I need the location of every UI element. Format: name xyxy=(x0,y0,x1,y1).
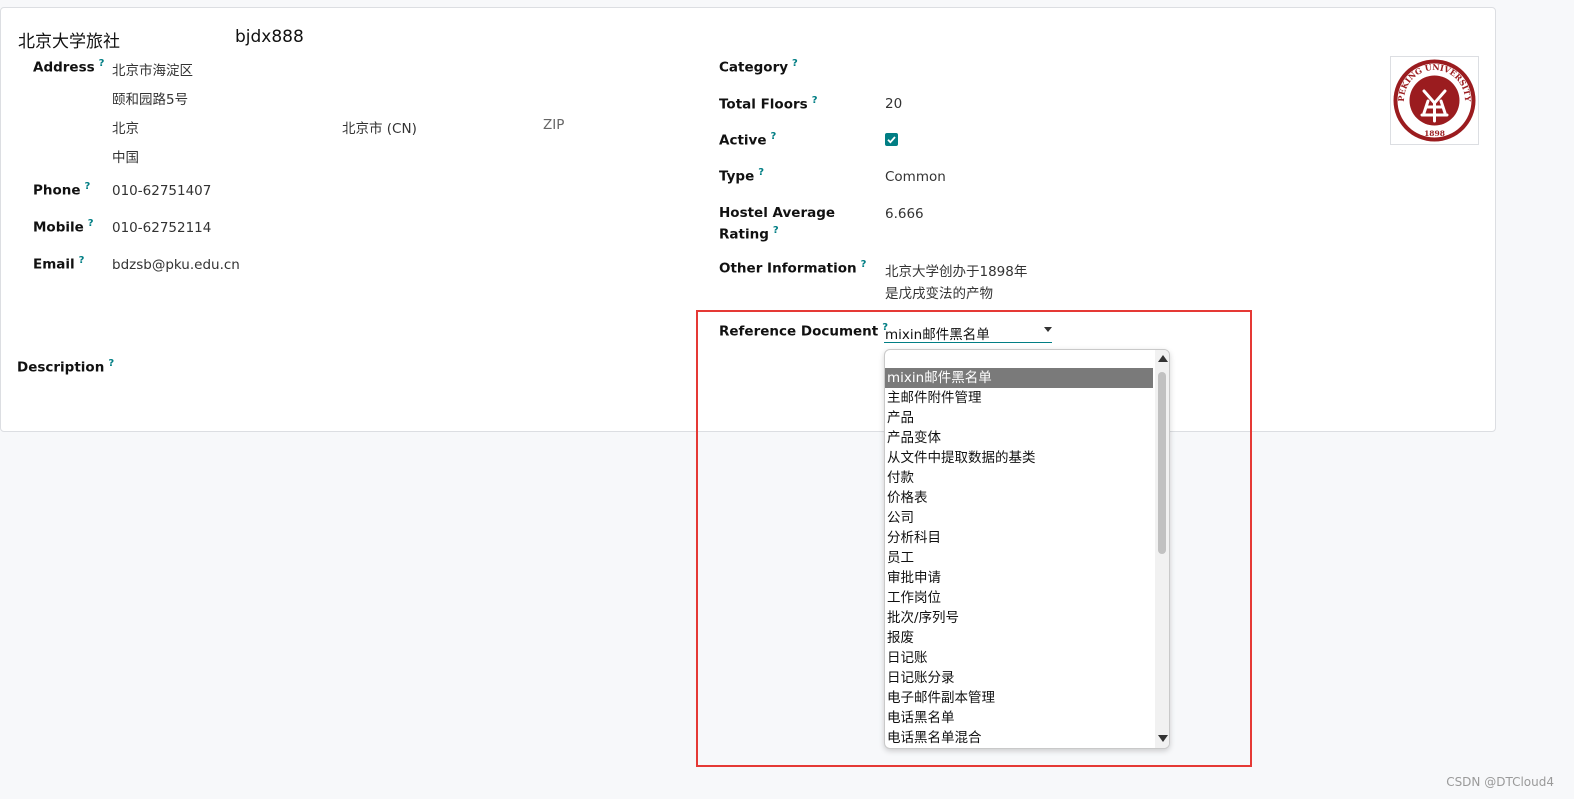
peking-university-seal-icon: PEKING UNIVERSITY 1898 xyxy=(1393,59,1476,142)
active-label: Active? xyxy=(719,131,777,149)
dropdown-option[interactable]: 价格表 xyxy=(885,488,1153,508)
type-label: Type? xyxy=(719,167,765,185)
dropdown-option[interactable]: 批次/序列号 xyxy=(885,608,1153,628)
chevron-down-icon[interactable] xyxy=(1044,327,1052,332)
dropdown-option[interactable]: 公司 xyxy=(885,508,1153,528)
help-icon[interactable]: ? xyxy=(79,255,85,266)
rating-field[interactable]: 6.666 xyxy=(885,206,924,222)
scroll-thumb[interactable] xyxy=(1158,372,1166,554)
dropdown-option[interactable]: 分析科目 xyxy=(885,528,1153,548)
dropdown-option[interactable]: 电子邮件副本管理 xyxy=(885,688,1153,708)
city-field[interactable]: 北京 xyxy=(112,117,139,137)
dropdown-options[interactable]: mixin邮件黑名单 主邮件附件管理 产品 产品变体 从文件中提取数据的基类 付款 价格表公… xyxy=(885,368,1153,748)
description-label: Description? xyxy=(17,358,115,376)
help-icon[interactable]: ? xyxy=(758,167,764,178)
dropdown-option[interactable]: 工作岗位 xyxy=(885,588,1153,608)
hostel-logo[interactable]: PEKING UNIVERSITY 1898 xyxy=(1390,56,1479,145)
svg-text:1898: 1898 xyxy=(1424,129,1445,138)
zip-field[interactable]: ZIP xyxy=(543,117,564,133)
other-info-label: Other Information? xyxy=(719,259,867,277)
help-icon[interactable]: ? xyxy=(792,58,798,69)
dropdown-option[interactable]: 付款 xyxy=(885,468,1153,488)
dropdown-option[interactable]: 电话黑名单混合 xyxy=(885,728,1153,748)
phone-field[interactable]: 010-62751407 xyxy=(112,183,211,199)
street2-field[interactable]: 颐和园路5号 xyxy=(112,88,188,108)
watermark: CSDN @DTCloud4 xyxy=(1446,775,1554,789)
dropdown-option[interactable]: 日记账分录 xyxy=(885,668,1153,688)
help-icon[interactable]: ? xyxy=(88,218,94,229)
help-icon[interactable]: ? xyxy=(861,259,867,270)
dropdown-option[interactable]: 产品变体 xyxy=(885,428,1153,448)
state-field[interactable]: 北京市 (CN) xyxy=(342,117,417,137)
scroll-up-icon[interactable] xyxy=(1158,355,1168,362)
dropdown-option[interactable]: 报废 xyxy=(885,628,1153,648)
dropdown-option[interactable]: mixin邮件黑名单 xyxy=(885,368,1153,388)
dropdown-option[interactable]: 日记账 xyxy=(885,648,1153,668)
address-label: Address? xyxy=(33,58,105,76)
reference-document-dropdown[interactable]: mixin邮件黑名单 主邮件附件管理 产品 产品变体 从文件中提取数据的基类 付款 价格表公… xyxy=(884,349,1170,749)
scroll-down-icon[interactable] xyxy=(1158,735,1168,742)
other-info-line1[interactable]: 北京大学创办于1898年 xyxy=(885,260,1027,280)
rating-label-line1: Hostel Average xyxy=(719,205,836,221)
reference-document-label: Reference Document? xyxy=(719,322,889,340)
dropdown-option[interactable]: 主邮件附件管理 xyxy=(885,388,1153,408)
category-label: Category? xyxy=(719,58,798,76)
help-icon[interactable]: ? xyxy=(99,58,105,69)
total-floors-label: Total Floors? xyxy=(719,95,818,113)
type-field[interactable]: Common xyxy=(885,169,946,185)
help-icon[interactable]: ? xyxy=(85,181,91,192)
help-icon[interactable]: ? xyxy=(108,358,114,369)
active-checkbox[interactable] xyxy=(885,133,898,146)
street-field[interactable]: 北京市海淀区 xyxy=(112,59,193,79)
select-underline xyxy=(884,342,1052,343)
email-label: Email? xyxy=(33,255,85,273)
dropdown-option[interactable]: 电话黑名单 xyxy=(885,708,1153,728)
mobile-label: Mobile? xyxy=(33,218,94,236)
dropdown-scrollbar[interactable] xyxy=(1155,350,1169,748)
record-code[interactable]: bjdx888 xyxy=(235,27,304,47)
mobile-field[interactable]: 010-62752114 xyxy=(112,220,211,236)
help-icon[interactable]: ? xyxy=(812,95,818,106)
other-info-line2[interactable]: 是戊戌变法的产物 xyxy=(885,282,993,302)
country-field[interactable]: 中国 xyxy=(112,146,139,166)
check-icon xyxy=(887,136,896,144)
dropdown-option[interactable]: 从文件中提取数据的基类 xyxy=(885,448,1153,468)
dropdown-option[interactable]: 员工 xyxy=(885,548,1153,568)
help-icon[interactable]: ? xyxy=(773,225,779,236)
record-name[interactable]: 北京大学旅社 xyxy=(18,27,120,52)
reference-document-select[interactable]: mixin邮件黑名单 xyxy=(885,323,990,343)
rating-label-line2: Rating? xyxy=(719,225,779,243)
total-floors-field[interactable]: 20 xyxy=(885,96,902,112)
help-icon[interactable]: ? xyxy=(771,131,777,142)
email-field[interactable]: bdzsb@pku.edu.cn xyxy=(112,257,240,273)
dropdown-option[interactable]: 产品 xyxy=(885,408,1153,428)
dropdown-option[interactable]: 审批申请 xyxy=(885,568,1153,588)
phone-label: Phone? xyxy=(33,181,91,199)
